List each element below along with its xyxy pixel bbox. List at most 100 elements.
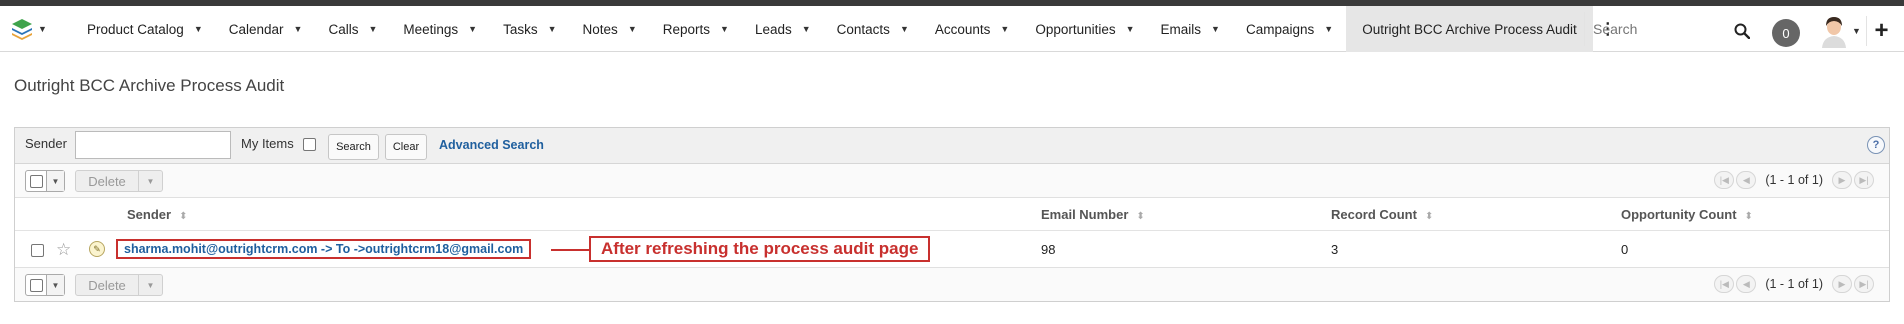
chevron-down-icon[interactable]: ▼ bbox=[194, 24, 203, 34]
record-count-cell: 3 bbox=[1331, 242, 1339, 257]
select-all-checkbox[interactable] bbox=[26, 275, 46, 295]
delete-button-label: Delete bbox=[88, 173, 126, 189]
nav-tab-label: Outright BCC Archive Process Audit bbox=[1362, 21, 1577, 37]
help-icon[interactable]: ? bbox=[1867, 136, 1885, 154]
edit-pencil-icon[interactable]: ✎ bbox=[89, 241, 105, 257]
chevron-down-icon[interactable]: ▼ bbox=[1324, 24, 1333, 34]
global-search-input[interactable] bbox=[1585, 12, 1725, 46]
notification-badge[interactable]: 0 bbox=[1772, 19, 1800, 47]
nav-tab-calls[interactable]: Calls ▼ bbox=[315, 6, 390, 52]
chevron-down-icon[interactable]: ▼ bbox=[628, 24, 637, 34]
clear-button[interactable]: Clear bbox=[385, 134, 427, 160]
chevron-down-icon[interactable]: ▼ bbox=[1852, 26, 1861, 36]
column-header-record-count[interactable]: Record Count ⬍ bbox=[1331, 207, 1433, 222]
chevron-down-icon[interactable]: ▼ bbox=[138, 171, 162, 191]
first-page-icon[interactable]: |◀ bbox=[1714, 275, 1735, 293]
nav-tab-label: Tasks bbox=[503, 21, 538, 37]
column-header-label: Record Count bbox=[1331, 207, 1417, 222]
first-page-icon[interactable]: |◀ bbox=[1714, 171, 1735, 189]
row-checkbox[interactable] bbox=[31, 244, 44, 257]
annotation-callout: After refreshing the process audit page bbox=[589, 236, 931, 262]
select-all-checkbox[interactable] bbox=[26, 171, 46, 191]
chevron-down-icon[interactable]: ▼ bbox=[468, 24, 477, 34]
chevron-down-icon[interactable]: ▼ bbox=[46, 275, 64, 295]
pagination-text: (1 - 1 of 1) bbox=[1765, 277, 1823, 291]
sender-filter-input[interactable] bbox=[75, 131, 231, 159]
column-header-opportunity-count[interactable]: Opportunity Count ⬍ bbox=[1621, 207, 1753, 222]
page-title: Outright BCC Archive Process Audit bbox=[14, 76, 285, 95]
nav-tab-product-catalog[interactable]: Product Catalog ▼ bbox=[74, 6, 216, 52]
column-header-label: Opportunity Count bbox=[1621, 207, 1737, 222]
nav-tab-label: Reports bbox=[662, 21, 711, 37]
chevron-down-icon[interactable]: ▼ bbox=[138, 275, 162, 295]
nav-tab-contacts[interactable]: Contacts ▼ bbox=[824, 6, 922, 52]
user-avatar[interactable] bbox=[1820, 16, 1848, 48]
chevron-down-icon[interactable]: ▼ bbox=[294, 24, 303, 34]
advanced-search-link[interactable]: Advanced Search bbox=[439, 138, 544, 152]
nav-tab-label: Campaigns bbox=[1245, 21, 1315, 37]
nav-tab-leads[interactable]: Leads ▼ bbox=[742, 6, 824, 52]
chevron-down-icon[interactable]: ▼ bbox=[802, 24, 811, 34]
nav-tab-label: Opportunities bbox=[1035, 21, 1116, 37]
chevron-down-icon[interactable]: ▼ bbox=[900, 24, 909, 34]
column-header-label: Sender bbox=[127, 207, 172, 222]
nav-tab-reports[interactable]: Reports ▼ bbox=[650, 6, 742, 52]
last-page-icon[interactable]: ▶| bbox=[1854, 275, 1874, 293]
delete-button[interactable]: Delete ▼ bbox=[75, 274, 163, 296]
pagination: |◀ ◀ (1 - 1 of 1) ▶ ▶| bbox=[1713, 275, 1875, 293]
sort-icon[interactable]: ⬍ bbox=[1425, 211, 1433, 222]
nav-tab-accounts[interactable]: Accounts ▼ bbox=[922, 6, 1022, 52]
search-icon[interactable] bbox=[1734, 23, 1750, 39]
next-page-icon[interactable]: ▶ bbox=[1832, 275, 1852, 293]
delete-button[interactable]: Delete ▼ bbox=[75, 170, 163, 192]
opportunity-count-cell: 0 bbox=[1621, 242, 1629, 257]
my-items-checkbox[interactable] bbox=[303, 138, 316, 151]
sort-icon[interactable]: ⬍ bbox=[1136, 211, 1144, 222]
last-page-icon[interactable]: ▶| bbox=[1854, 171, 1874, 189]
chevron-down-icon[interactable]: ▼ bbox=[1126, 24, 1135, 34]
star-favorite-icon[interactable]: ☆ bbox=[56, 240, 71, 260]
nav-tab-bcc-archive-audit[interactable]: Outright BCC Archive Process Audit bbox=[1346, 6, 1593, 52]
next-page-icon[interactable]: ▶ bbox=[1832, 171, 1852, 189]
nav-tab-label: Product Catalog bbox=[87, 21, 184, 37]
sort-icon[interactable]: ⬍ bbox=[1745, 211, 1753, 222]
chevron-down-icon[interactable]: ▼ bbox=[720, 24, 729, 34]
previous-page-icon[interactable]: ◀ bbox=[1736, 275, 1757, 293]
sender-link[interactable]: sharma.mohit@outrightcrm.com -> To ->out… bbox=[116, 239, 532, 259]
chevron-down-icon[interactable]: ▼ bbox=[1211, 24, 1220, 34]
column-header-label: Email Number bbox=[1041, 207, 1129, 222]
nav-tab-label: Meetings bbox=[403, 21, 459, 37]
nav-tab-campaigns[interactable]: Campaigns ▼ bbox=[1233, 6, 1346, 52]
table-row: ☆ ✎ sharma.mohit@outrightcrm.com -> To -… bbox=[15, 231, 1889, 267]
top-navbar: ▼ Product Catalog ▼ Calendar ▼ Calls ▼ Meet… bbox=[0, 6, 1904, 52]
nav-tab-notes[interactable]: Notes ▼ bbox=[570, 6, 650, 52]
mass-select-dropdown[interactable]: ▼ bbox=[25, 274, 65, 296]
sort-icon[interactable]: ⬍ bbox=[179, 211, 187, 222]
nav-tab-meetings[interactable]: Meetings ▼ bbox=[390, 6, 490, 52]
chevron-down-icon[interactable]: ▼ bbox=[46, 171, 64, 191]
nav-tab-calendar[interactable]: Calendar ▼ bbox=[216, 6, 316, 52]
chevron-down-icon[interactable]: ▼ bbox=[548, 24, 557, 34]
nav-tab-tasks[interactable]: Tasks ▼ bbox=[490, 6, 569, 52]
chevron-down-icon[interactable]: ▼ bbox=[368, 24, 377, 34]
annotation-connector bbox=[551, 249, 589, 251]
previous-page-icon[interactable]: ◀ bbox=[1736, 171, 1757, 189]
nav-tab-label: Calls bbox=[328, 21, 359, 37]
quick-create-plus-icon[interactable]: + bbox=[1866, 16, 1896, 46]
email-number-cell: 98 bbox=[1041, 242, 1056, 257]
mass-select-dropdown[interactable]: ▼ bbox=[25, 170, 65, 192]
chevron-down-icon: ▼ bbox=[38, 24, 47, 34]
nav-tab-label: Emails bbox=[1160, 21, 1202, 37]
pagination-text: (1 - 1 of 1) bbox=[1765, 173, 1823, 187]
action-bar-bottom: ▼ Delete ▼ |◀ ◀ (1 - 1 of 1) ▶ ▶| bbox=[15, 267, 1889, 301]
column-header-sender[interactable]: Sender ⬍ bbox=[127, 207, 187, 222]
nav-tab-opportunities[interactable]: Opportunities ▼ bbox=[1022, 6, 1147, 52]
nav-tab-label: Notes bbox=[582, 21, 618, 37]
action-bar-top: ▼ Delete ▼ |◀ ◀ (1 - 1 of 1) ▶ ▶| bbox=[15, 164, 1889, 198]
nav-tab-emails[interactable]: Emails ▼ bbox=[1148, 6, 1233, 52]
column-header-email-number[interactable]: Email Number ⬍ bbox=[1041, 207, 1145, 222]
search-button[interactable]: Search bbox=[328, 134, 379, 160]
chevron-down-icon[interactable]: ▼ bbox=[1000, 24, 1009, 34]
app-logo-menu[interactable]: ▼ bbox=[10, 14, 56, 44]
nav-tab-label: Leads bbox=[754, 21, 792, 37]
